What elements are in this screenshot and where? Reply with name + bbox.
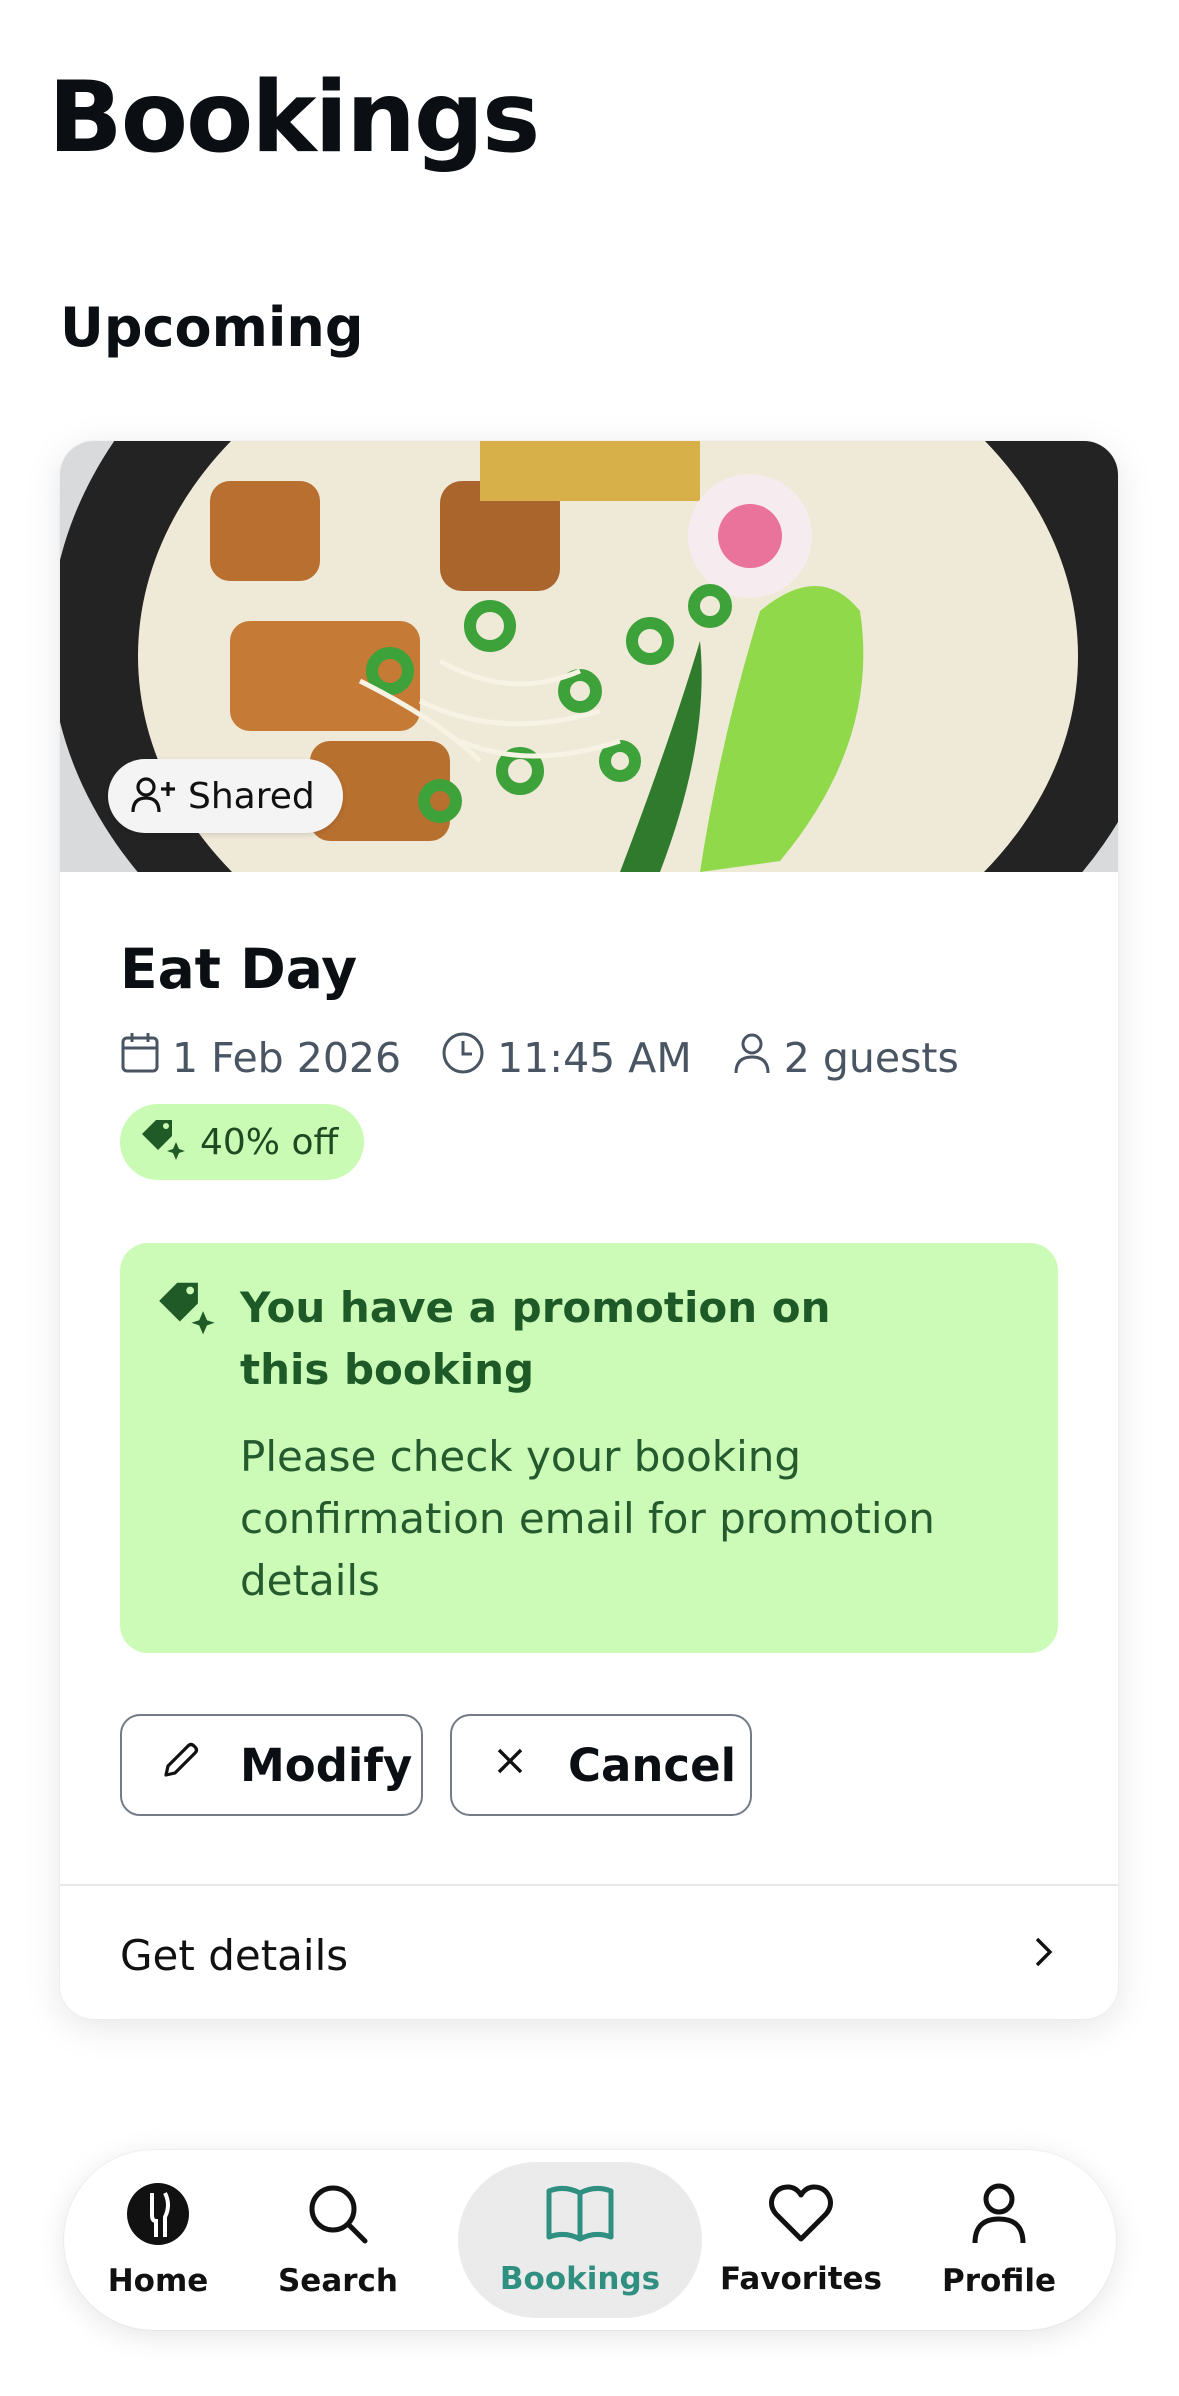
- get-details-label: Get details: [120, 1930, 349, 1980]
- shared-badge: Shared: [108, 759, 343, 833]
- guest-count: 2 guests: [783, 1034, 959, 1082]
- booking-time: 11:45 AM: [497, 1034, 692, 1082]
- nav-label-search: Search: [277, 2263, 398, 2299]
- page-title: Bookings: [48, 61, 540, 175]
- modify-button[interactable]: Modify: [120, 1714, 423, 1816]
- chevron-right-icon: [1028, 1931, 1058, 1980]
- promotion-body: Please check your booking confirmation e…: [240, 1432, 935, 1605]
- pencil-icon: [160, 1739, 202, 1792]
- nav-item-search[interactable]: Search: [264, 2162, 412, 2318]
- nav-item-favorites[interactable]: Favorites: [716, 2162, 886, 2318]
- clock-icon: [441, 1031, 485, 1085]
- nav-label-profile: Profile: [942, 2263, 1056, 2299]
- nav-label-favorites: Favorites: [720, 2261, 882, 2297]
- booking-card[interactable]: Shared Eat Day 1 Feb 2026 11:45 AM 2 gue…: [60, 441, 1118, 2019]
- shared-label: Shared: [188, 775, 315, 817]
- restaurant-photo: Shared: [60, 441, 1118, 872]
- tag-sparkle-icon: [154, 1277, 216, 1339]
- section-title-upcoming: Upcoming: [60, 296, 364, 359]
- promotion-title: You have a promotion on this booking: [240, 1283, 831, 1394]
- bottom-nav: Home Search Bookings Favorites Profile: [64, 2150, 1116, 2330]
- nav-item-profile[interactable]: Profile: [924, 2162, 1074, 2318]
- close-icon: [490, 1739, 530, 1792]
- person-icon: [969, 2181, 1029, 2255]
- person-icon: [732, 1031, 772, 1085]
- discount-label: 40% off: [200, 1121, 339, 1163]
- calendar-icon: [120, 1031, 160, 1085]
- add-person-icon: [130, 776, 178, 816]
- nav-item-home[interactable]: Home: [84, 2162, 232, 2318]
- nav-label-bookings: Bookings: [499, 2261, 661, 2297]
- booking-date: 1 Feb 2026: [172, 1034, 402, 1082]
- cancel-label: Cancel: [568, 1738, 737, 1792]
- get-details-link[interactable]: Get details: [120, 1891, 1058, 2019]
- promotion-notice: You have a promotion on this booking Ple…: [120, 1243, 1058, 1653]
- tag-sparkle-icon: [138, 1116, 186, 1169]
- heart-icon: [768, 2183, 834, 2253]
- nav-label-home: Home: [107, 2263, 209, 2299]
- nav-item-bookings[interactable]: Bookings: [458, 2162, 702, 2318]
- home-icon: [125, 2181, 191, 2255]
- book-icon: [545, 2183, 615, 2253]
- divider: [60, 1884, 1118, 1886]
- search-icon: [305, 2181, 371, 2255]
- restaurant-name: Eat Day: [120, 937, 358, 1001]
- booking-meta: 1 Feb 2026 11:45 AM 2 guests: [120, 1031, 999, 1085]
- modify-label: Modify: [240, 1738, 413, 1792]
- discount-badge: 40% off: [120, 1104, 365, 1180]
- cancel-button[interactable]: Cancel: [450, 1714, 752, 1816]
